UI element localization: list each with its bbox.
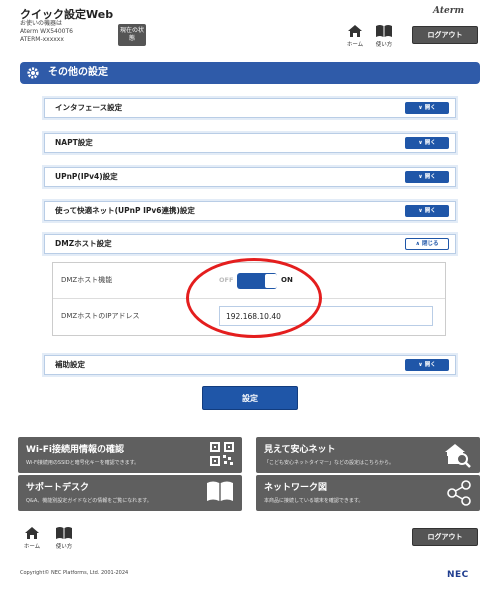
- submit-button[interactable]: 設定: [202, 386, 298, 410]
- section-napt[interactable]: NAPT設定 ∨ 開く: [44, 133, 456, 153]
- card-support-desk-desc: Q&A、機能別設定ガイドなどの情報をご覧になれます。: [26, 498, 152, 504]
- card-wifi-info[interactable]: Wi-Fi接続用情報の確認 Wi-Fi接続用のSSIDと暗号化キーを確認できます…: [18, 437, 242, 473]
- footer-logout-button[interactable]: ログアウト: [412, 528, 478, 546]
- card-network-map-title: ネットワーク図: [264, 483, 328, 493]
- book-icon: [376, 25, 392, 37]
- toggle-off-label: OFF: [219, 276, 234, 284]
- help-nav[interactable]: 使い方: [372, 24, 396, 48]
- page-title: その他の設定: [48, 67, 108, 78]
- logout-button[interactable]: ログアウト: [412, 26, 478, 44]
- card-safety-net-title: 見えて安心ネット: [264, 445, 336, 455]
- card-network-map-desc: 本商品に接続している端末を確認できます。: [264, 498, 364, 504]
- card-safety-net-desc: 「こども安心ネットタイマー」などの設定はこちらから。: [264, 460, 395, 466]
- dmz-settings-panel: DMZホスト機能 OFF ON DMZホストのIPアドレス: [52, 262, 446, 336]
- section-dmz[interactable]: DMZホスト設定 ∧ 閉じる: [44, 234, 456, 254]
- qr-code-icon: [210, 442, 234, 466]
- nec-logo: NEC: [447, 570, 469, 580]
- toggle-knob[interactable]: [265, 274, 277, 288]
- card-network-map[interactable]: ネットワーク図 本商品に接続している端末を確認できます。: [256, 475, 480, 511]
- device-caption: お使いの機器は: [20, 20, 63, 27]
- home-nav[interactable]: ホーム: [343, 24, 367, 48]
- device-info: お使いの機器は Aterm WX5400T6 ATERM-xxxxxx: [20, 20, 73, 44]
- section-interface-open-button[interactable]: ∨ 開く: [405, 102, 449, 114]
- section-upnp[interactable]: UPnP(IPv4)設定 ∨ 開く: [44, 167, 456, 187]
- footer-help-label: 使い方: [55, 544, 73, 550]
- toggle-track[interactable]: [237, 273, 277, 289]
- book-icon: [207, 481, 233, 501]
- section-interface[interactable]: インタフェース設定 ∨ 開く: [44, 98, 456, 118]
- section-auxiliary[interactable]: 補助設定 ∨ 開く: [44, 355, 456, 375]
- home-search-icon: [445, 444, 471, 468]
- copyright: Copyright© NEC Platforms, Ltd. 2001-2024: [20, 570, 129, 576]
- help-nav-label: 使い方: [375, 42, 393, 48]
- device-id: ATERM-xxxxxx: [20, 36, 64, 43]
- network-icon: [447, 480, 471, 506]
- dmz-ip-row: DMZホストのIPアドレス: [53, 299, 445, 335]
- footer-help-nav[interactable]: 使い方: [52, 526, 76, 550]
- home-nav-label: ホーム: [346, 42, 364, 48]
- book-icon: [56, 527, 72, 539]
- section-interface-label: インタフェース設定: [55, 103, 123, 112]
- section-upnp-ipv6-label: 使って快適ネット(UPnP IPv6連携)設定: [55, 206, 195, 215]
- brand-logo: Aterm: [433, 6, 464, 16]
- dmz-ip-input[interactable]: [219, 306, 433, 326]
- page-title-bar: その他の設定: [20, 62, 480, 84]
- section-napt-label: NAPT設定: [55, 138, 93, 147]
- header: クイック設定Web お使いの機器は Aterm WX5400T6 ATERM-x…: [0, 0, 500, 56]
- dmz-function-label: DMZホスト機能: [61, 276, 113, 284]
- section-upnp-ipv6-open-button[interactable]: ∨ 開く: [405, 205, 449, 217]
- footer-home-label: ホーム: [23, 544, 41, 550]
- section-upnp-label: UPnP(IPv4)設定: [55, 172, 118, 181]
- section-auxiliary-label: 補助設定: [55, 360, 85, 369]
- section-auxiliary-open-button[interactable]: ∨ 開く: [405, 359, 449, 371]
- card-support-desk-title: サポートデスク: [26, 483, 90, 493]
- card-safety-net[interactable]: 見えて安心ネット 「こども安心ネットタイマー」などの設定はこちらから。: [256, 437, 480, 473]
- device-model: Aterm WX5400T6: [20, 28, 73, 35]
- footer-home-nav[interactable]: ホーム: [20, 526, 44, 550]
- toggle-on-label: ON: [281, 276, 293, 284]
- card-support-desk[interactable]: サポートデスク Q&A、機能別設定ガイドなどの情報をご覧になれます。: [18, 475, 242, 511]
- dmz-ip-label: DMZホストのIPアドレス: [61, 312, 140, 320]
- section-napt-open-button[interactable]: ∨ 開く: [405, 137, 449, 149]
- dmz-function-row: DMZホスト機能 OFF ON: [53, 263, 445, 299]
- card-wifi-info-title: Wi-Fi接続用情報の確認: [26, 445, 124, 455]
- section-dmz-close-button[interactable]: ∧ 閉じる: [405, 238, 449, 250]
- section-dmz-label: DMZホスト設定: [55, 239, 112, 248]
- home-icon: [25, 527, 39, 539]
- status-button[interactable]: 現在の状態: [118, 24, 146, 46]
- gear-icon: [27, 67, 39, 79]
- home-icon: [348, 25, 362, 37]
- card-wifi-info-desc: Wi-Fi接続用のSSIDと暗号化キーを確認できます。: [26, 460, 140, 466]
- section-upnp-ipv6[interactable]: 使って快適ネット(UPnP IPv6連携)設定 ∨ 開く: [44, 201, 456, 221]
- section-upnp-open-button[interactable]: ∨ 開く: [405, 171, 449, 183]
